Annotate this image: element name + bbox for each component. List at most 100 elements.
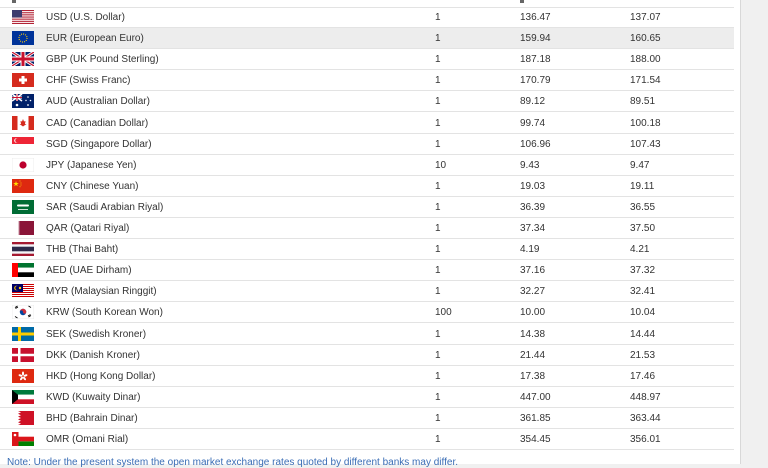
selling-rate: 137.07 (630, 12, 661, 23)
currency-name: OMR (Omani Rial) (46, 434, 129, 445)
currency-unit: 1 (435, 370, 441, 382)
dk-flag-icon (12, 347, 34, 362)
table-row: SEK (Swedish Kroner) 1 14.38 14.44 (0, 324, 734, 345)
selling-rate: 363.44 (630, 412, 661, 424)
currency-unit: 1 (435, 412, 441, 424)
currency-name: CAD (Canadian Dollar) (46, 117, 149, 129)
th-flag-icon (12, 242, 34, 257)
kw-flag-icon (12, 389, 34, 404)
currency-name: KWD (Kuwaity Dinar) (46, 391, 141, 403)
selling-rate: 356.01 (630, 434, 661, 445)
table-row: EUR (European Euro) 1 159.94 160.65 (0, 28, 734, 50)
uk-flag-icon (12, 52, 34, 67)
currency-unit: 1 (435, 138, 441, 150)
table-row: QAR (Qatari Riyal) 1 37.34 37.50 (0, 218, 734, 239)
ch-flag-icon (12, 73, 34, 88)
selling-rate: 100.18 (630, 117, 661, 129)
selling-rate: 10.04 (630, 307, 656, 319)
qa-flag-icon (12, 221, 34, 235)
table-row: SGD (Singapore Dollar) 1 106.96 107.43 (0, 134, 734, 155)
exchange-rate-panel: USD (U.S. Dollar) 1 136.47 137.07 EUR (Europ… (0, 0, 741, 468)
jp-flag-icon (12, 157, 34, 172)
currency-unit: 1 (435, 434, 441, 445)
buying-rate: 21.44 (520, 349, 546, 361)
selling-rate: 37.32 (630, 265, 656, 277)
currency-name: EUR (European Euro) (46, 33, 144, 45)
buying-rate: 37.16 (520, 265, 546, 277)
buying-rate: 17.38 (520, 370, 546, 382)
buying-rate: 32.27 (520, 286, 546, 298)
currency-name: BHD (Bahrain Dinar) (46, 412, 138, 424)
selling-rate: 448.97 (630, 391, 661, 403)
selling-rate: 4.21 (630, 244, 650, 256)
currency-name: SAR (Saudi Arabian Riyal) (46, 201, 164, 213)
hk-flag-icon (12, 368, 34, 383)
buying-rate: 4.19 (520, 244, 540, 256)
currency-name: QAR (Qatari Riyal) (46, 223, 130, 234)
currency-name: SGD (Singapore Dollar) (46, 138, 152, 150)
eu-flag-icon (12, 31, 34, 46)
table-row: AED (UAE Dirham) 1 37.16 37.32 (0, 260, 734, 282)
selling-rate: 89.51 (630, 96, 656, 108)
table-row: CHF (Swiss Franc) 1 170.79 171.54 (0, 70, 734, 92)
buying-rate: 10.00 (520, 307, 546, 319)
table-row: JPY (Japanese Yen) 10 9.43 9.47 (0, 155, 734, 176)
om-flag-icon (12, 432, 34, 446)
se-flag-icon (12, 326, 34, 341)
currency-unit: 1 (435, 54, 441, 66)
buying-rate: 36.39 (520, 201, 546, 213)
currency-unit: 1 (435, 75, 441, 87)
my-flag-icon (12, 284, 34, 299)
table-row: KWD (Kuwaity Dinar) 1 447.00 448.97 (0, 387, 734, 408)
currency-name: AED (UAE Dirham) (46, 265, 132, 277)
selling-rate: 21.53 (630, 349, 656, 361)
selling-rate: 171.54 (630, 75, 661, 87)
buying-rate: 159.94 (520, 33, 551, 45)
buying-rate: 89.12 (520, 96, 546, 108)
currency-name: USD (U.S. Dollar) (46, 12, 125, 23)
table-row: CAD (Canadian Dollar) 1 99.74 100.18 (0, 113, 734, 134)
currency-name: KRW (South Korean Won) (46, 307, 163, 319)
buying-rate: 170.79 (520, 75, 551, 87)
buying-rate: 37.34 (520, 223, 546, 234)
table-row: OMR (Omani Rial) 1 354.45 356.01 (0, 429, 734, 450)
buying-rate: 106.96 (520, 138, 551, 150)
currency-unit: 1 (435, 223, 441, 234)
currency-unit: 1 (435, 33, 441, 45)
currency-name: GBP (UK Pound Sterling) (46, 54, 159, 66)
currency-name: SEK (Swedish Kroner) (46, 328, 147, 340)
buying-rate: 99.74 (520, 117, 546, 129)
currency-unit: 1 (435, 265, 441, 277)
selling-rate: 188.00 (630, 54, 661, 66)
buying-rate: 9.43 (520, 159, 540, 171)
table-row: KRW (South Korean Won) 100 10.00 10.04 (0, 302, 734, 324)
currency-unit: 1 (435, 286, 441, 298)
selling-rate: 36.55 (630, 201, 656, 213)
cn-flag-icon (12, 178, 34, 193)
sg-flag-icon (12, 136, 34, 151)
currency-name: JPY (Japanese Yen) (46, 159, 137, 171)
currency-unit: 1 (435, 180, 441, 192)
table-row: MYR (Malaysian Ringgit) 1 32.27 32.41 (0, 281, 734, 303)
table-row: THB (Thai Baht) 1 4.19 4.21 (0, 239, 734, 261)
sa-flag-icon (12, 199, 34, 214)
selling-rate: 9.47 (630, 159, 650, 171)
currency-name: THB (Thai Baht) (46, 244, 119, 256)
selling-rate: 107.43 (630, 138, 661, 150)
buying-rate: 14.38 (520, 328, 546, 340)
selling-rate: 14.44 (630, 328, 656, 340)
buying-rate: 354.45 (520, 434, 551, 445)
table-row: USD (U.S. Dollar) 1 136.47 137.07 (0, 7, 734, 28)
table-row: SAR (Saudi Arabian Riyal) 1 36.39 36.55 (0, 197, 734, 218)
table-row: GBP (UK Pound Sterling) 1 187.18 188.00 (0, 49, 734, 71)
currency-unit: 1 (435, 391, 441, 403)
buying-rate: 187.18 (520, 54, 551, 66)
selling-rate: 32.41 (630, 286, 656, 298)
bh-flag-icon (12, 410, 34, 425)
table-row: BHD (Bahrain Dinar) 1 361.85 363.44 (0, 408, 734, 429)
selling-rate: 17.46 (630, 370, 656, 382)
currency-name: HKD (Hong Kong Dollar) (46, 370, 156, 382)
buying-rate: 136.47 (520, 12, 551, 23)
currency-unit: 1 (435, 328, 441, 340)
currency-name: CHF (Swiss Franc) (46, 75, 131, 87)
